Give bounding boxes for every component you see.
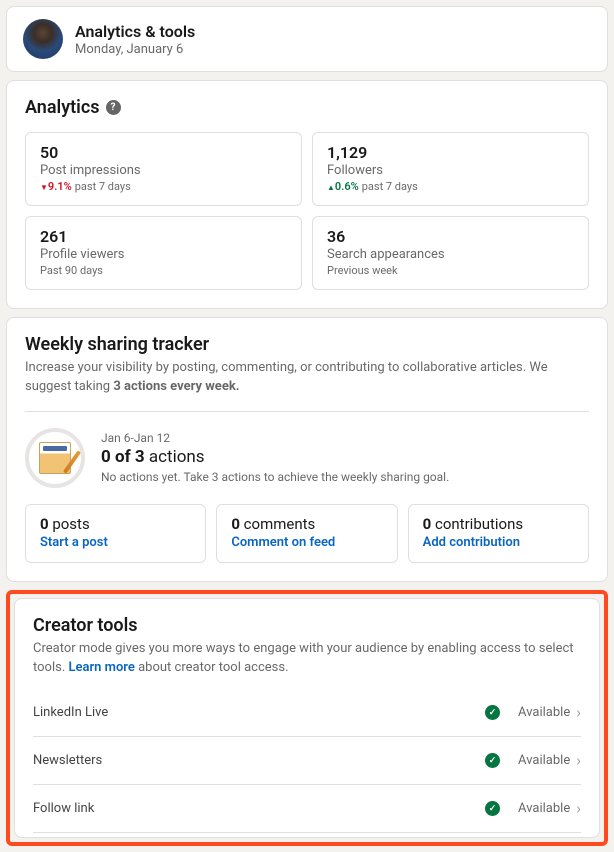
tracker-info: Jan 6-Jan 12 0 of 3 actions No actions y… — [101, 431, 449, 484]
tool-name: Newsletters — [33, 753, 102, 768]
arrow-up-icon: ▲0.6% — [327, 180, 359, 193]
tool-row-newsletters[interactable]: Newsletters ✓ Available › — [33, 737, 581, 785]
chevron-right-icon: › — [576, 703, 581, 722]
analytics-heading: Analytics ? — [25, 97, 589, 118]
tool-row-linkedin-live[interactable]: LinkedIn Live ✓ Available › — [33, 689, 581, 737]
header-text: Analytics & tools Monday, January 6 — [75, 22, 195, 57]
tracker-progress-row: Jan 6-Jan 12 0 of 3 actions No actions y… — [25, 412, 589, 504]
notepad-icon — [39, 442, 71, 474]
action-count: 0 contributions — [423, 515, 574, 533]
check-circle-icon: ✓ — [485, 753, 500, 768]
weekly-tracker-card: Weekly sharing tracker Increase your vis… — [6, 317, 608, 582]
add-contribution-link[interactable]: Add contribution — [423, 535, 520, 550]
tracker-date-range: Jan 6-Jan 12 — [101, 431, 449, 445]
page-date: Monday, January 6 — [75, 42, 195, 57]
page-header: Analytics & tools Monday, January 6 — [6, 6, 608, 72]
tool-status: ✓ Available › — [485, 799, 581, 818]
metric-period: past 7 days — [75, 180, 131, 193]
metric-label: Profile viewers — [40, 247, 287, 262]
check-circle-icon: ✓ — [485, 705, 500, 720]
tool-row-follow-link[interactable]: Follow link ✓ Available › — [33, 785, 581, 833]
creator-heading: Creator tools — [33, 615, 581, 636]
metric-value: 36 — [327, 227, 574, 246]
metric-post-impressions[interactable]: 50 Post impressions ▼9.1% past 7 days — [25, 132, 302, 206]
learn-more-link[interactable]: Learn more — [68, 660, 134, 675]
arrow-down-icon: ▼9.1% — [40, 180, 72, 193]
status-text: Available — [518, 705, 570, 720]
metric-sub: ▼9.1% past 7 days — [40, 180, 287, 193]
creator-subtext: Creator mode gives you more ways to enga… — [33, 640, 581, 678]
metric-followers[interactable]: 1,129 Followers ▲0.6% past 7 days — [312, 132, 589, 206]
status-text: Available — [518, 801, 570, 816]
action-posts: 0 posts Start a post — [25, 504, 206, 563]
avatar[interactable] — [23, 19, 63, 59]
tracker-subtext: Increase your visibility by posting, com… — [25, 359, 589, 397]
metric-profile-viewers[interactable]: 261 Profile viewers Past 90 days — [25, 216, 302, 290]
creator-tools-highlight: Creator tools Creator mode gives you mor… — [6, 590, 608, 847]
metric-period: Previous week — [327, 264, 574, 277]
page-title: Analytics & tools — [75, 22, 195, 41]
metric-period: Past 90 days — [40, 264, 287, 277]
action-count: 0 comments — [231, 515, 382, 533]
metric-label: Search appearances — [327, 247, 574, 262]
metric-value: 261 — [40, 227, 287, 246]
metric-value: 50 — [40, 143, 287, 162]
tool-name: Follow link — [33, 801, 94, 816]
metric-period: past 7 days — [362, 180, 418, 193]
tool-name: LinkedIn Live — [33, 705, 108, 720]
metric-label: Followers — [327, 163, 574, 178]
comment-on-feed-link[interactable]: Comment on feed — [231, 535, 335, 550]
tracker-heading: Weekly sharing tracker — [25, 334, 589, 355]
action-contributions: 0 contributions Add contribution — [408, 504, 589, 563]
creator-tools-card: Creator tools Creator mode gives you mor… — [14, 598, 600, 839]
chevron-right-icon: › — [576, 799, 581, 818]
check-circle-icon: ✓ — [485, 801, 500, 816]
tracker-hint: No actions yet. Take 3 actions to achiev… — [101, 470, 449, 484]
metric-label: Post impressions — [40, 163, 287, 178]
metric-sub: ▲0.6% past 7 days — [327, 180, 574, 193]
tool-status: ✓ Available › — [485, 751, 581, 770]
status-text: Available — [518, 753, 570, 768]
analytics-heading-text: Analytics — [25, 97, 100, 118]
chevron-right-icon: › — [576, 751, 581, 770]
progress-circle-icon — [25, 428, 85, 488]
metric-value: 1,129 — [327, 143, 574, 162]
action-count: 0 posts — [40, 515, 191, 533]
action-comments: 0 comments Comment on feed — [216, 504, 397, 563]
tool-status: ✓ Available › — [485, 703, 581, 722]
analytics-card: Analytics ? 50 Post impressions ▼9.1% pa… — [6, 80, 608, 309]
start-post-link[interactable]: Start a post — [40, 535, 108, 550]
help-icon[interactable]: ? — [106, 100, 121, 115]
metric-search-appearances[interactable]: 36 Search appearances Previous week — [312, 216, 589, 290]
tracker-progress-text: 0 of 3 actions — [101, 447, 449, 467]
